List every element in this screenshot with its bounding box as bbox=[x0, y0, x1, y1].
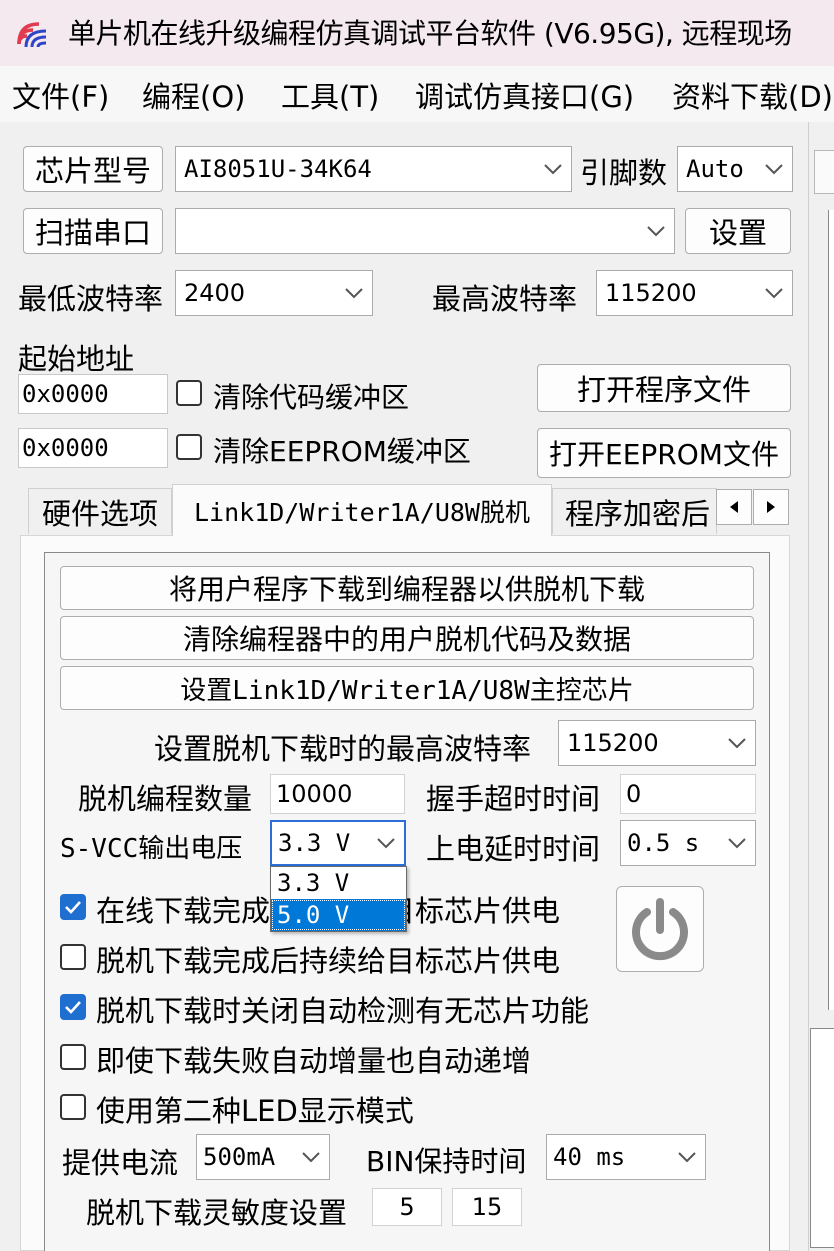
tab-offline-writer-label: Link1D/Writer1A/U8W脱机 bbox=[194, 497, 530, 527]
chevron-down-icon bbox=[719, 737, 755, 749]
checkbox-increment-on-fail-label: 即使下载失败自动增量也自动递增 bbox=[96, 1044, 532, 1078]
current-label: 提供电流 bbox=[62, 1146, 179, 1180]
pin-count-label: 引脚数 bbox=[580, 156, 668, 190]
chip-model-value: AI8051U-34K64 bbox=[184, 155, 372, 183]
setup-master-chip-label: 设置Link1D/Writer1A/U8W主控芯片 bbox=[180, 675, 634, 706]
chevron-down-icon bbox=[638, 225, 674, 237]
checkbox-offline-power-label: 脱机下载完成后持续给目标芯片供电 bbox=[96, 944, 561, 978]
chevron-down-icon bbox=[719, 837, 755, 849]
max-baud-label: 最高波特率 bbox=[432, 282, 578, 316]
handshake-timeout-label: 握手超时时间 bbox=[426, 782, 601, 816]
download-to-programmer-button[interactable]: 将用户程序下载到编程器以供脱机下载 bbox=[60, 566, 754, 610]
power-delay-select[interactable]: 0.5 s bbox=[620, 820, 756, 866]
eeprom-address-value: 0x0000 bbox=[22, 434, 109, 462]
power-icon bbox=[632, 898, 688, 961]
offline-max-baud-label: 设置脱机下载时的最高波特率 bbox=[154, 732, 532, 766]
open-program-button[interactable]: 打开程序文件 bbox=[537, 364, 791, 412]
chevron-down-icon bbox=[535, 163, 571, 175]
handshake-timeout-value: 0 bbox=[626, 780, 642, 808]
min-baud-value: 2400 bbox=[184, 279, 246, 307]
window-title: 单片机在线升级编程仿真调试平台软件 (V6.95G), 远程现场 bbox=[68, 17, 792, 50]
arrow-left-icon bbox=[730, 501, 738, 513]
code-address-value: 0x0000 bbox=[22, 380, 109, 408]
clear-code-label: 清除代码缓冲区 bbox=[213, 381, 410, 414]
program-count-input[interactable]: 10000 bbox=[270, 774, 405, 814]
pin-count-select[interactable]: Auto bbox=[677, 146, 793, 192]
offline-max-baud-value: 115200 bbox=[567, 729, 659, 757]
scan-port-button[interactable]: 扫描串口 bbox=[23, 208, 163, 254]
right-panel-upper-box bbox=[828, 210, 834, 1010]
sensitivity-input-1[interactable]: 5 bbox=[372, 1188, 442, 1226]
settings-button[interactable]: 设置 bbox=[685, 208, 791, 254]
sensitivity-input-2[interactable]: 15 bbox=[452, 1188, 522, 1226]
clear-code-checkbox[interactable] bbox=[176, 380, 202, 406]
sensitivity-value-2: 15 bbox=[471, 1193, 503, 1221]
svcc-voltage-label: S-VCC输出电压 bbox=[60, 834, 243, 864]
right-panel-tab[interactable] bbox=[814, 150, 834, 194]
current-select[interactable]: 500mA bbox=[196, 1134, 330, 1180]
chevron-down-icon bbox=[293, 1151, 329, 1163]
max-baud-select[interactable]: 115200 bbox=[596, 270, 793, 316]
bin-hold-label: BIN保持时间 bbox=[366, 1145, 527, 1178]
setup-master-chip-button[interactable]: 设置Link1D/Writer1A/U8W主控芯片 bbox=[60, 666, 754, 710]
clear-eeprom-label: 清除EEPROM缓冲区 bbox=[213, 435, 471, 468]
chevron-down-icon bbox=[669, 1151, 705, 1163]
right-panel-lower-box bbox=[810, 1028, 834, 1248]
checkbox-increment-on-fail[interactable] bbox=[60, 1044, 86, 1070]
chip-model-select[interactable]: AI8051U-34K64 bbox=[175, 146, 572, 192]
program-count-label: 脱机编程数量 bbox=[78, 782, 253, 816]
min-baud-label: 最低波特率 bbox=[18, 282, 164, 316]
program-count-value: 10000 bbox=[276, 780, 353, 808]
checkbox-disable-auto-detect-label: 脱机下载时关闭自动检测有无芯片功能 bbox=[96, 994, 590, 1028]
tab-encryption[interactable]: 程序加密后 bbox=[552, 488, 717, 534]
offline-max-baud-select[interactable]: 115200 bbox=[558, 720, 756, 766]
eeprom-address-input[interactable]: 0x0000 bbox=[18, 428, 168, 468]
bin-hold-select[interactable]: 40 ms bbox=[546, 1134, 706, 1180]
menu-downloads[interactable]: 资料下载(D) bbox=[672, 74, 833, 116]
app-logo-icon bbox=[16, 16, 54, 50]
chevron-down-icon bbox=[756, 163, 792, 175]
handshake-timeout-input[interactable]: 0 bbox=[620, 774, 756, 814]
checkbox-online-power[interactable] bbox=[60, 894, 86, 920]
bin-hold-value: 40 ms bbox=[553, 1143, 626, 1171]
svcc-voltage-select[interactable]: 3.3 V bbox=[270, 820, 406, 866]
tab-hardware-options[interactable]: 硬件选项 bbox=[28, 488, 172, 534]
max-baud-value: 115200 bbox=[605, 279, 697, 307]
min-baud-select[interactable]: 2400 bbox=[175, 270, 373, 316]
arrow-right-icon bbox=[767, 501, 775, 513]
power-button[interactable] bbox=[616, 886, 704, 972]
checkbox-disable-auto-detect[interactable] bbox=[60, 994, 86, 1020]
port-select[interactable] bbox=[175, 208, 675, 254]
pin-count-value: Auto bbox=[686, 155, 744, 183]
menu-debug[interactable]: 调试仿真接口(G) bbox=[415, 74, 634, 116]
menu-program[interactable]: 编程(O) bbox=[142, 74, 245, 116]
tab-offline-writer[interactable]: Link1D/Writer1A/U8W脱机 bbox=[172, 484, 552, 536]
tab-scroll-right-button[interactable] bbox=[753, 489, 789, 525]
chip-model-button[interactable]: 芯片型号 bbox=[23, 146, 163, 192]
current-value: 500mA bbox=[203, 1143, 276, 1171]
chevron-down-icon bbox=[756, 287, 792, 299]
svcc-dropdown-list: 3.3 V 5.0 V bbox=[270, 866, 407, 932]
chevron-down-icon bbox=[336, 287, 372, 299]
menu-file[interactable]: 文件(F) bbox=[12, 74, 109, 116]
menu-tools[interactable]: 工具(T) bbox=[281, 74, 379, 116]
checkbox-offline-power[interactable] bbox=[60, 944, 86, 970]
svcc-option-3v3[interactable]: 3.3 V bbox=[271, 867, 406, 899]
clear-programmer-button[interactable]: 清除编程器中的用户脱机代码及数据 bbox=[60, 616, 754, 660]
code-address-input[interactable]: 0x0000 bbox=[18, 374, 168, 414]
svcc-option-5v0[interactable]: 5.0 V bbox=[271, 899, 406, 931]
power-delay-label: 上电延时时间 bbox=[426, 832, 601, 866]
tab-scroll-left-button[interactable] bbox=[716, 489, 752, 525]
clear-eeprom-checkbox[interactable] bbox=[176, 434, 202, 460]
open-eeprom-button[interactable]: 打开EEPROM文件 bbox=[537, 428, 791, 478]
sensitivity-label: 脱机下载灵敏度设置 bbox=[86, 1196, 348, 1230]
start-address-label: 起始地址 bbox=[18, 342, 135, 376]
checkbox-led-mode-label: 使用第二种LED显示模式 bbox=[96, 1094, 414, 1128]
checkbox-led-mode[interactable] bbox=[60, 1094, 86, 1120]
sensitivity-value-1: 5 bbox=[399, 1193, 415, 1221]
power-delay-value: 0.5 s bbox=[627, 829, 700, 857]
svcc-voltage-value: 3.3 V bbox=[278, 829, 351, 857]
chevron-down-icon bbox=[368, 837, 404, 849]
